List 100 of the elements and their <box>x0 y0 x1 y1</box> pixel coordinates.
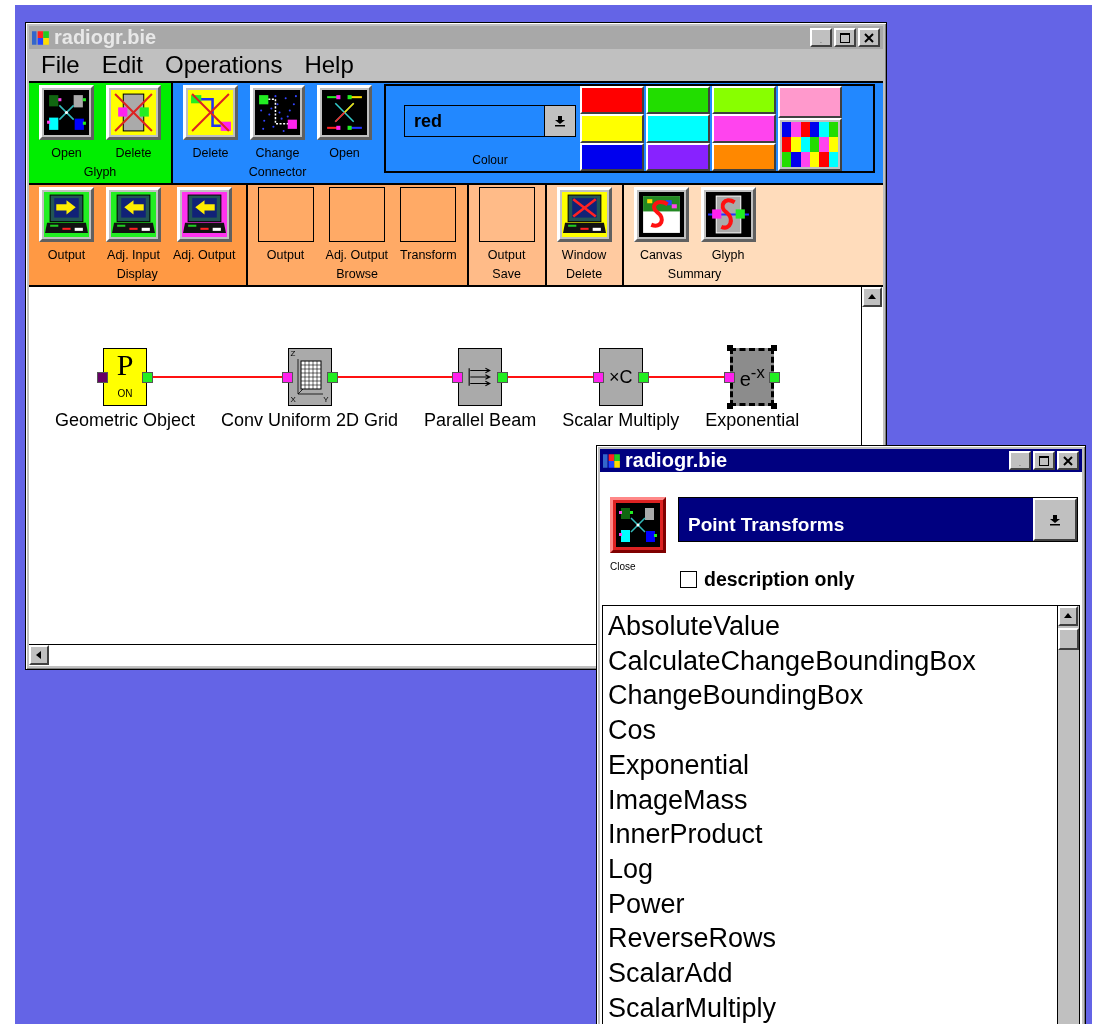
toolbar-button[interactable] <box>317 85 372 140</box>
dropdown-button[interactable] <box>544 106 575 136</box>
output-port[interactable] <box>497 372 509 383</box>
input-port[interactable] <box>592 372 604 383</box>
checkbox[interactable] <box>680 571 697 588</box>
blank-button[interactable] <box>257 187 314 242</box>
list-item[interactable]: CalculateChangeBoundingBox <box>608 643 1057 679</box>
app-icon <box>32 28 50 47</box>
node-label: Conv Uniform 2D Grid <box>221 410 399 431</box>
toolbar-button[interactable] <box>106 187 161 242</box>
colour-swatch[interactable] <box>712 86 776 115</box>
colour-dropdown[interactable]: red <box>404 105 576 137</box>
group-label: Display <box>116 267 158 281</box>
crossed-connector-icon <box>188 90 233 135</box>
input-port[interactable] <box>452 372 464 383</box>
colour-swatch[interactable] <box>580 86 644 115</box>
selection-handles <box>727 345 778 409</box>
toolbar-button[interactable] <box>183 85 238 140</box>
input-port[interactable] <box>281 372 293 383</box>
multicolour-swatch[interactable] <box>778 118 842 171</box>
computer-icon <box>44 192 89 237</box>
blank-button[interactable] <box>400 187 457 242</box>
down-arrow-icon <box>1049 513 1061 526</box>
output-port[interactable] <box>142 372 153 383</box>
list-item[interactable]: Cos <box>608 713 1057 748</box>
list-item[interactable]: Log <box>608 851 1057 887</box>
glyph-node[interactable]: P ON <box>103 348 147 406</box>
button-label: Open <box>329 146 360 160</box>
menu-item[interactable]: Help <box>304 51 354 79</box>
window-title: radiogr.bie <box>625 449 728 472</box>
colour-label: Colour <box>472 153 508 167</box>
list-item[interactable]: Exponential <box>608 747 1057 783</box>
axis-label: X <box>290 396 296 404</box>
list-item[interactable]: ScalarMultiply <box>608 990 1057 1024</box>
colour-swatch[interactable] <box>646 142 710 171</box>
computer-icon <box>181 192 227 237</box>
colour-swatch[interactable] <box>646 86 710 115</box>
toolbar-button[interactable] <box>176 187 232 242</box>
dropdown-value: Point Transforms <box>687 513 846 537</box>
button-label: Adj. Output <box>173 248 236 262</box>
input-port[interactable] <box>724 372 736 383</box>
category-dropdown[interactable]: Point Transforms <box>678 497 1078 542</box>
button-label: Window <box>561 248 607 262</box>
s-glyph-icon <box>705 192 751 237</box>
left-arrow-icon <box>34 650 44 660</box>
toolbar-button[interactable] <box>250 85 305 140</box>
toolbar-button[interactable] <box>39 187 94 242</box>
group-label: Summary <box>667 267 722 281</box>
blank-button[interactable] <box>328 187 385 242</box>
glyph-node[interactable]: ×C <box>598 348 643 406</box>
vertical-scrollbar[interactable] <box>1057 606 1079 1024</box>
checkbox-label: description only <box>704 568 855 591</box>
output-port[interactable] <box>769 372 781 383</box>
crossed-computer-icon <box>561 192 607 237</box>
axis-label: Z <box>290 350 296 358</box>
node-symbol: P <box>116 350 134 380</box>
list-item[interactable]: ChangeBoundingBox <box>608 678 1057 714</box>
group-label: Glyph <box>83 165 117 179</box>
output-port[interactable] <box>637 372 649 383</box>
button-label: Output <box>47 248 86 262</box>
list-item[interactable]: ScalarAdd <box>608 956 1057 991</box>
colour-swatch[interactable] <box>778 86 842 119</box>
list-item[interactable]: InnerProduct <box>608 817 1057 852</box>
scroll-left-button[interactable] <box>29 645 49 665</box>
colour-swatch[interactable] <box>712 114 776 143</box>
blank-button[interactable] <box>478 187 535 242</box>
glyph-node[interactable]: e$^{-x}$ <box>730 348 775 406</box>
glyph-node[interactable] <box>458 348 503 406</box>
maximize-button[interactable] <box>1033 451 1055 470</box>
close-palette-button[interactable] <box>610 497 666 553</box>
scroll-thumb[interactable] <box>1058 628 1079 650</box>
node-label: Geometric Object <box>55 410 196 431</box>
input-port[interactable] <box>97 372 108 383</box>
toolbar-button[interactable] <box>106 85 161 140</box>
window-title: radiogr.bie <box>54 26 157 49</box>
list-item[interactable]: ReverseRows <box>608 921 1057 957</box>
minimize-button[interactable] <box>1009 451 1031 470</box>
close-button[interactable] <box>1057 451 1079 470</box>
output-port[interactable] <box>326 372 338 383</box>
toolbar-button[interactable] <box>700 187 756 242</box>
menu-item[interactable]: Operations <box>165 51 283 79</box>
colour-swatch[interactable] <box>580 142 644 171</box>
list-item[interactable]: ImageMass <box>608 782 1057 818</box>
glyph-node[interactable]: Z X Y <box>287 348 332 406</box>
toolbar-button[interactable] <box>556 187 612 242</box>
menu-item[interactable]: File <box>41 51 80 79</box>
toolbar-button[interactable] <box>39 85 94 140</box>
maximize-icon <box>839 31 851 44</box>
button-label: Open <box>51 146 82 160</box>
crossed-glyph-icon <box>111 90 156 135</box>
menu-item[interactable]: Edit <box>101 51 144 79</box>
list-item[interactable]: Power <box>608 886 1057 922</box>
app-icon <box>603 451 621 470</box>
list-item[interactable]: AbsoluteValue <box>608 609 1057 644</box>
colour-swatch[interactable] <box>646 114 710 143</box>
toolbar-button[interactable] <box>633 187 689 242</box>
colour-swatch[interactable] <box>580 114 644 143</box>
scroll-up-button[interactable] <box>1058 606 1078 626</box>
scroll-up-button[interactable] <box>862 287 882 307</box>
colour-swatch[interactable] <box>712 142 776 171</box>
